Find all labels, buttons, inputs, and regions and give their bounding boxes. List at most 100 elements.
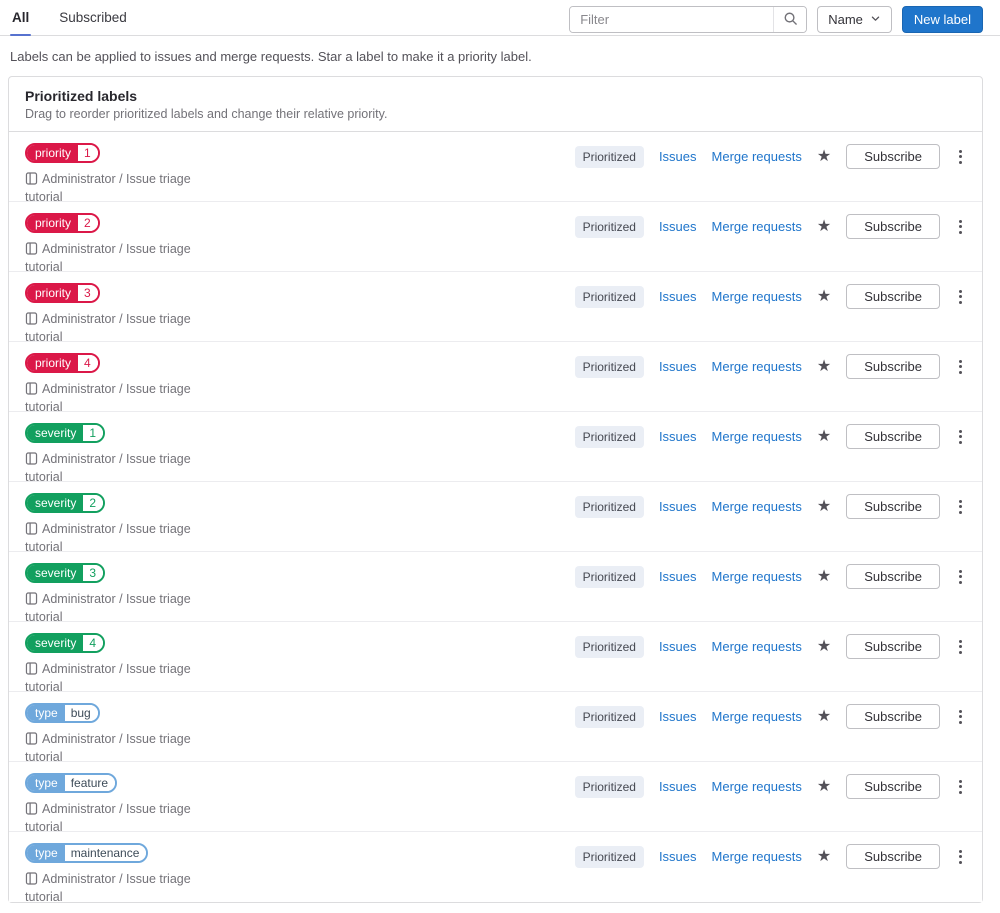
project-icon [25,872,42,886]
star-icon[interactable]: ★ [817,638,831,655]
scoped-label-pill[interactable]: priority 2 [25,213,100,233]
issues-link[interactable]: Issues [659,289,697,304]
tab-all-label: All [12,10,30,25]
project-icon [25,452,42,466]
scoped-label-pill[interactable]: type bug [25,703,100,723]
kebab-menu-icon[interactable] [955,355,966,379]
label-row: priority 2 Administrator / Issue triage … [9,202,982,274]
project-icon [25,732,42,746]
star-icon[interactable]: ★ [817,148,831,165]
kebab-menu-icon[interactable] [955,215,966,239]
issues-link[interactable]: Issues [659,779,697,794]
kebab-menu-icon[interactable] [955,145,966,169]
tab-subscribed[interactable]: Subscribed [57,0,129,35]
star-icon[interactable]: ★ [817,848,831,865]
kebab-menu-icon[interactable] [955,425,966,449]
kebab-menu-icon[interactable] [955,775,966,799]
star-icon[interactable]: ★ [817,428,831,445]
kebab-menu-icon[interactable] [955,635,966,659]
label-row-actions: Prioritized Issues Merge requests ★ Subs… [574,144,966,169]
filter-input[interactable] [570,7,774,32]
star-icon[interactable]: ★ [817,568,831,585]
scoped-label-pill[interactable]: priority 4 [25,353,100,373]
kebab-menu-icon[interactable] [955,845,966,869]
search-button[interactable] [773,7,807,32]
subscribe-button[interactable]: Subscribe [846,284,940,309]
label-row: priority 1 Administrator / Issue triage … [9,132,982,204]
star-icon[interactable]: ★ [817,498,831,515]
kebab-menu-icon[interactable] [955,705,966,729]
project-icon [25,382,42,396]
new-label-button[interactable]: New label [901,6,983,33]
issues-link[interactable]: Issues [659,219,697,234]
tab-subscribed-label: Subscribed [59,10,127,25]
label-project: Administrator / Issue triage tutorial [25,870,225,906]
scoped-label-pill[interactable]: priority 3 [25,283,100,303]
label-row: type bug Administrator / Issue triage tu… [9,692,982,764]
subscribe-button[interactable]: Subscribe [846,144,940,169]
prioritized-badge: Prioritized [574,845,644,868]
tab-all[interactable]: All [10,0,32,36]
star-icon[interactable]: ★ [817,358,831,375]
issues-link[interactable]: Issues [659,849,697,864]
issues-link[interactable]: Issues [659,149,697,164]
prioritized-badge: Prioritized [574,425,644,448]
merge-requests-link[interactable]: Merge requests [712,219,802,234]
scoped-label-pill[interactable]: severity 1 [25,423,106,443]
issues-link[interactable]: Issues [659,499,697,514]
subscribe-button[interactable]: Subscribe [846,214,940,239]
scoped-label-pill[interactable]: priority 1 [25,143,100,163]
merge-requests-link[interactable]: Merge requests [712,569,802,584]
subscribe-button[interactable]: Subscribe [846,354,940,379]
label-row-left: type maintenance Administrator / Issue t… [25,843,225,906]
scoped-label-pill[interactable]: severity 3 [25,563,106,583]
prioritized-badge: Prioritized [574,355,644,378]
label-row: severity 3 Administrator / Issue triage … [9,552,982,625]
subscribe-button[interactable]: Subscribe [846,704,940,729]
merge-requests-link[interactable]: Merge requests [712,499,802,514]
project-path: Administrator / Issue triage tutorial [25,872,191,905]
label-scope: priority [27,355,79,371]
scoped-label-pill[interactable]: severity 2 [25,493,106,513]
subscribe-button[interactable]: Subscribe [846,634,940,659]
issues-link[interactable]: Issues [659,639,697,654]
label-row: severity 1 Administrator / Issue triage … [9,412,982,484]
star-icon[interactable]: ★ [817,778,831,795]
merge-requests-link[interactable]: Merge requests [712,359,802,374]
subscribe-button[interactable]: Subscribe [846,844,940,869]
merge-requests-link[interactable]: Merge requests [712,849,802,864]
label-row: type maintenance Administrator / Issue t… [9,832,982,904]
scoped-label-pill[interactable]: severity 4 [25,633,106,653]
star-icon[interactable]: ★ [817,288,831,305]
kebab-menu-icon[interactable] [955,565,966,589]
merge-requests-link[interactable]: Merge requests [712,709,802,724]
label-row: severity 2 Administrator / Issue triage … [9,482,982,554]
label-value: 3 [78,285,98,301]
subscribe-button[interactable]: Subscribe [846,774,940,799]
subscribe-button[interactable]: Subscribe [846,424,940,449]
subscribe-button[interactable]: Subscribe [846,494,940,519]
merge-requests-link[interactable]: Merge requests [712,639,802,654]
merge-requests-link[interactable]: Merge requests [712,779,802,794]
scoped-label-pill[interactable]: type feature [25,773,118,793]
label-value: 2 [83,495,104,511]
issues-link[interactable]: Issues [659,359,697,374]
kebab-menu-icon[interactable] [955,285,966,309]
scoped-label-pill[interactable]: type maintenance [25,843,149,863]
prioritized-badge: Prioritized [574,705,644,728]
project-icon [25,522,42,536]
issues-link[interactable]: Issues [659,429,697,444]
star-icon[interactable]: ★ [817,708,831,725]
merge-requests-link[interactable]: Merge requests [712,289,802,304]
sort-dropdown[interactable]: Name [817,6,892,33]
kebab-menu-icon[interactable] [955,495,966,519]
merge-requests-link[interactable]: Merge requests [712,149,802,164]
issues-link[interactable]: Issues [659,709,697,724]
prioritized-badge: Prioritized [574,495,644,518]
star-icon[interactable]: ★ [817,218,831,235]
subscribe-button[interactable]: Subscribe [846,564,940,589]
label-row: type feature Administrator / Issue triag… [9,762,982,834]
merge-requests-link[interactable]: Merge requests [712,429,802,444]
project-path: Administrator / Issue triage tutorial [25,592,191,625]
issues-link[interactable]: Issues [659,569,697,584]
